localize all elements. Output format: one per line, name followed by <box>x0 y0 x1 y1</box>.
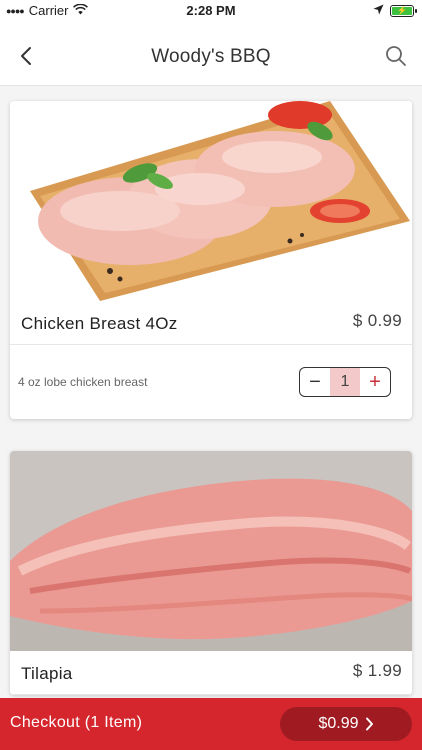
status-bar: ●●●● Carrier 2:28 PM ⚡ <box>0 0 422 22</box>
product-list[interactable]: Chicken Breast 4Oz $ 0.99 4 oz lobe chic… <box>0 87 422 698</box>
product-details: 4 oz lobe chicken breast − 1 + <box>10 345 412 419</box>
increase-quantity-button[interactable]: + <box>360 368 390 396</box>
location-arrow-icon <box>373 3 384 18</box>
search-icon <box>386 46 406 66</box>
product-price: $ 1.99 <box>352 661 402 680</box>
checkout-label[interactable]: Checkout (1 Item) <box>10 714 142 732</box>
product-name: Tilapia <box>21 664 73 683</box>
product-image-chicken <box>10 101 412 301</box>
decrease-quantity-button[interactable]: − <box>300 368 330 396</box>
checkout-bar[interactable]: Checkout (1 Item) $0.99 <box>0 698 422 750</box>
quantity-value: 1 <box>330 368 360 396</box>
search-button[interactable] <box>382 42 410 70</box>
quantity-stepper[interactable]: − 1 + <box>299 367 391 397</box>
chevron-right-icon <box>365 717 373 731</box>
product-description: 4 oz lobe chicken breast <box>18 375 148 389</box>
product-name: Chicken Breast 4Oz <box>21 314 178 333</box>
product-card[interactable]: Chicken Breast 4Oz $ 0.99 4 oz lobe chic… <box>10 101 412 419</box>
checkout-total: $0.99 <box>318 715 359 732</box>
nav-bar: Woody's BBQ <box>0 22 422 86</box>
product-card[interactable]: Tilapia $ 1.99 <box>10 451 412 695</box>
product-price: $ 0.99 <box>352 311 402 330</box>
product-header: Tilapia $ 1.99 <box>10 651 412 695</box>
product-image-tilapia <box>10 451 412 651</box>
checkout-total-button[interactable]: $0.99 <box>280 707 412 741</box>
battery-icon: ⚡ <box>390 4 417 17</box>
status-right: ⚡ <box>373 3 417 18</box>
status-time: 2:28 PM <box>186 3 236 18</box>
page-title: Woody's BBQ <box>151 46 271 67</box>
product-header: Chicken Breast 4Oz $ 0.99 <box>10 301 412 345</box>
